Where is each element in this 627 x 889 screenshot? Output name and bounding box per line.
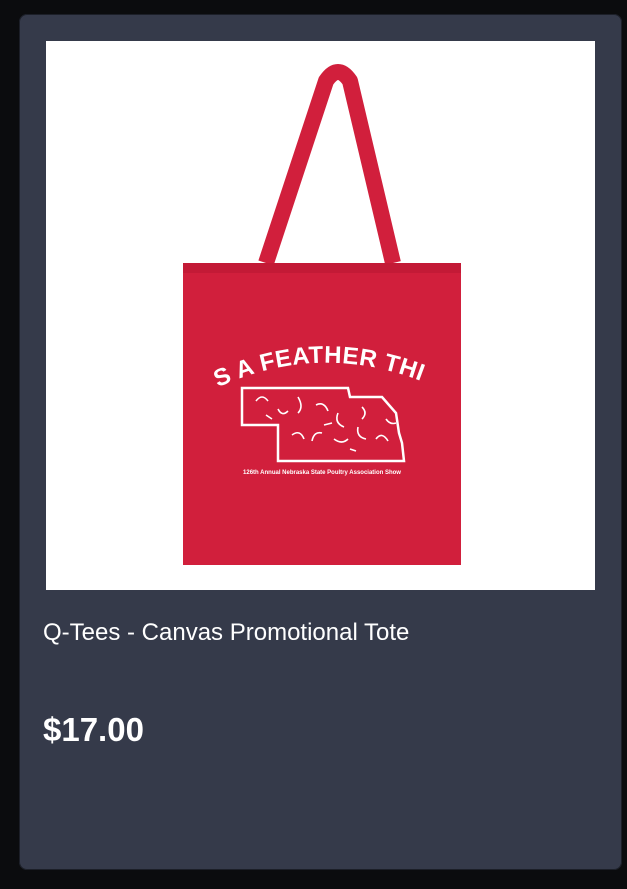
tote-handle (258, 64, 401, 266)
tote-bag-illustration: IT'S A FEATHER THING (46, 41, 461, 565)
product-title[interactable]: Q-Tees - Canvas Promotional Tote (43, 618, 603, 648)
product-image[interactable]: IT'S A FEATHER THING (46, 41, 595, 590)
tote-body (183, 263, 461, 565)
tote-print-caption: 126th Annual Nebraska State Poultry Asso… (243, 470, 401, 476)
product-price: $17.00 (43, 711, 144, 748)
product-card[interactable]: IT'S A FEATHER THING (19, 14, 622, 870)
page-background: IT'S A FEATHER THING (0, 0, 627, 889)
